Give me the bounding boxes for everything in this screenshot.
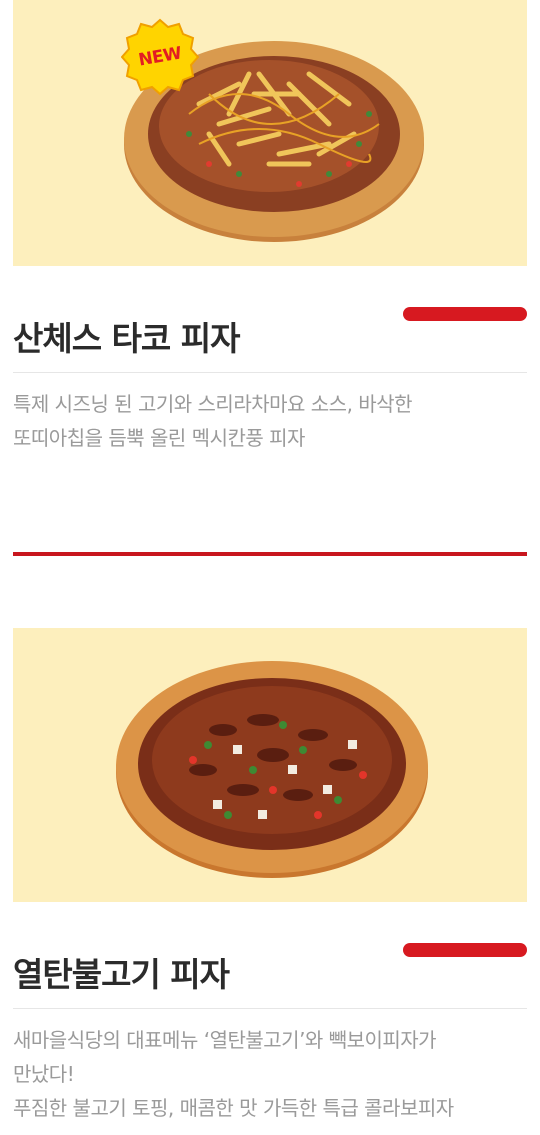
menu-card-sanchez-taco[interactable]: NEW 산체스 타코 피자 특제 시즈닝 된 고기와 스리라차마요 소스, 바삭… — [13, 0, 527, 455]
new-badge-label: NEW — [137, 43, 183, 71]
description-line: 또띠아칩을 듬뿍 올린 멕시칸풍 피자 — [13, 426, 305, 450]
product-title[interactable]: 산체스 타코 피자 — [13, 312, 240, 360]
product-description: 특제 시즈닝 된 고기와 스리라차마요 소스, 바삭한 또띠아칩을 듬뿍 올린 … — [13, 373, 527, 455]
description-line: 만났다! — [13, 1062, 75, 1086]
title-row: 열탄불고기 피자 — [13, 902, 527, 1009]
accent-bar — [403, 307, 527, 321]
product-image-area[interactable]: NEW — [13, 0, 527, 266]
title-row: 산체스 타코 피자 — [13, 266, 527, 373]
product-image-area[interactable] — [13, 628, 527, 902]
menu-card-bulgogi[interactable]: 열탄불고기 피자 새마을식당의 대표메뉴 ‘열탄불고기’와 빽보이피자가 만났다… — [13, 628, 527, 1125]
product-title[interactable]: 열탄불고기 피자 — [13, 948, 230, 996]
description-line: 새마을식당의 대표메뉴 ‘열탄불고기’와 빽보이피자가 — [13, 1028, 437, 1052]
section-divider — [13, 552, 527, 556]
accent-bar — [403, 943, 527, 957]
description-line: 푸짐한 불고기 토핑, 매콤한 맛 가득한 특급 콜라보피자 — [13, 1096, 454, 1120]
bulgogi-pizza-image — [116, 661, 428, 878]
description-line: 특제 시즈닝 된 고기와 스리라차마요 소스, 바삭한 — [13, 392, 413, 416]
product-description: 새마을식당의 대표메뉴 ‘열탄불고기’와 빽보이피자가 만났다! 푸짐한 불고기… — [13, 1009, 527, 1125]
